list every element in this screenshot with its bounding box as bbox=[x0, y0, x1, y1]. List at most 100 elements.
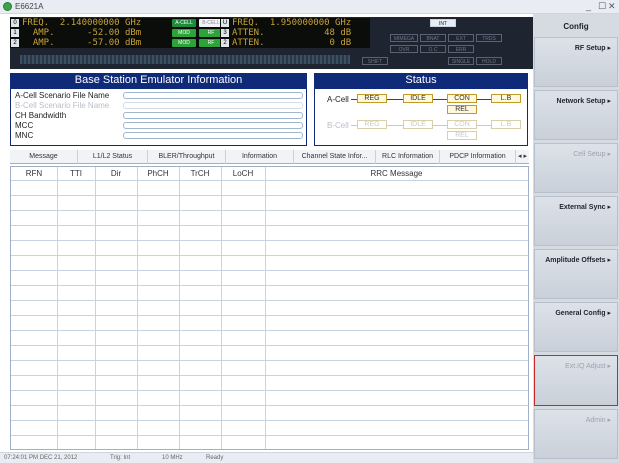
minimize-icon[interactable]: _ bbox=[586, 1, 591, 11]
ext-indicator: EXT bbox=[448, 34, 474, 42]
tab-scroll-arrows-icon[interactable]: ◂ ▸ bbox=[516, 150, 529, 164]
tab-message[interactable]: Message bbox=[10, 150, 78, 164]
amplitude-offsets-button[interactable]: Amplitude Offsets ▸ bbox=[534, 249, 618, 299]
config-title: Config bbox=[563, 22, 589, 31]
table-row[interactable] bbox=[11, 420, 528, 421]
status-bar: 07:24:01 PM DEC 21, 2012 Trig: Int 10 MH… bbox=[0, 452, 533, 463]
table-row[interactable] bbox=[11, 210, 528, 211]
col-dir-header[interactable]: Dir bbox=[95, 167, 137, 180]
amplitude-offsets-label: Amplitude Offsets ▸ bbox=[545, 257, 611, 264]
oc-indicator: O.C bbox=[420, 45, 446, 53]
b-cell-scenario-label: B-Cell Scenario File Name bbox=[15, 101, 110, 110]
table-row[interactable] bbox=[11, 405, 528, 406]
info-panel: A-Cell Scenario File Name B-Cell Scenari… bbox=[10, 88, 307, 146]
channel-1-badge: 1 bbox=[11, 29, 19, 37]
a-cell-pill[interactable]: A-CELL bbox=[172, 19, 196, 27]
network-setup-button[interactable]: Network Setup ▸ bbox=[534, 90, 618, 140]
b-cell-lcd: U 3 2 FREQ. 1.950000000 GHz ATTEN. 48 dB… bbox=[220, 18, 370, 48]
status-panel: A-Cell REG IDLE CON L.B REL B-Cell REG I… bbox=[314, 88, 528, 146]
mnc-label: MNC bbox=[15, 131, 34, 140]
a-cell-status-label: A-Cell bbox=[327, 95, 349, 104]
app-window: E6621A _ ☐ ✕ 0 1 2 FREQ. 2.140000000 GHz… bbox=[0, 0, 619, 463]
status-timestamp: 07:24:01 PM DEC 21, 2012 bbox=[4, 455, 78, 461]
col-phch-header[interactable]: PhCH bbox=[137, 167, 179, 180]
admin-label: Admin ▸ bbox=[585, 417, 611, 424]
ch-bandwidth-label: CH Bandwidth bbox=[15, 111, 67, 120]
a-reg-state: REG bbox=[357, 94, 387, 103]
ch-bandwidth-field bbox=[123, 112, 303, 119]
b-lb-state: L.B bbox=[491, 120, 521, 129]
mod-pill-1[interactable]: MOD bbox=[172, 29, 196, 37]
trds-indicator: TRDS bbox=[476, 34, 502, 42]
mcc-field bbox=[123, 122, 303, 129]
b-cell-freq: FREQ. 1.950000000 GHz bbox=[232, 18, 352, 28]
channel-3-badge: 3 bbox=[221, 29, 229, 37]
tab-bar: Message L1/L2 Status BLER/Throughput Inf… bbox=[10, 150, 529, 164]
mod-pill-2[interactable]: MOD bbox=[172, 39, 196, 47]
table-row[interactable] bbox=[11, 360, 528, 361]
tab-channel-state-info[interactable]: Channel State Infor... bbox=[294, 150, 376, 164]
maximize-icon[interactable]: ☐ bbox=[598, 1, 606, 12]
general-config-label: General Config ▸ bbox=[555, 310, 611, 317]
network-setup-label: Network Setup ▸ bbox=[556, 98, 611, 105]
b-reg-state: REG bbox=[357, 120, 387, 129]
table-row[interactable] bbox=[11, 225, 528, 226]
table-row[interactable] bbox=[11, 180, 528, 181]
admin-button[interactable]: Admin ▸ bbox=[534, 409, 618, 459]
tab-pdcp-information[interactable]: PDCP Information bbox=[440, 150, 516, 164]
mnc-field bbox=[123, 132, 303, 139]
table-row[interactable] bbox=[11, 195, 528, 196]
table-row[interactable] bbox=[11, 315, 528, 316]
col-trch-header[interactable]: TrCH bbox=[179, 167, 221, 180]
table-row[interactable] bbox=[11, 435, 528, 436]
mimega-indicator: MIMEGA bbox=[390, 34, 418, 42]
tab-bler-throughput[interactable]: BLER/Throughput bbox=[148, 150, 226, 164]
table-row[interactable] bbox=[11, 240, 528, 241]
window-title: E6621A bbox=[15, 2, 44, 11]
rf-setup-label: RF Setup ▸ bbox=[574, 45, 611, 52]
app-logo-icon bbox=[3, 2, 12, 11]
col-rfn-header[interactable]: RFN bbox=[11, 167, 57, 180]
tab-information[interactable]: Information bbox=[226, 150, 294, 164]
b-cell-atten-2: ATTEN. 0 dB bbox=[232, 38, 352, 48]
table-row[interactable] bbox=[11, 390, 528, 391]
bnat-indicator: BNAT bbox=[420, 34, 446, 42]
tab-l1l2-status[interactable]: L1/L2 Status bbox=[78, 150, 148, 164]
cell-setup-button[interactable]: Cell Setup ▸ bbox=[534, 143, 618, 193]
table-row[interactable] bbox=[11, 375, 528, 376]
b-cell-status-label: B-Cell bbox=[327, 121, 349, 130]
col-loch-header[interactable]: LoCH bbox=[221, 167, 265, 180]
channel-u-badge: U bbox=[221, 19, 229, 27]
info-panel-header: Base Station Emulator Information bbox=[10, 73, 307, 88]
col-rrc-message-header[interactable]: RRC Message bbox=[265, 167, 528, 180]
a-cell-lcd: 0 1 2 FREQ. 2.140000000 GHz AMP. -52.00 … bbox=[10, 18, 248, 48]
status-panel-header: Status bbox=[314, 73, 528, 88]
col-tti-header[interactable]: TTI bbox=[57, 167, 95, 180]
a-idle-state: IDLE bbox=[403, 94, 433, 103]
a-rel-state: REL bbox=[447, 105, 477, 114]
table-row[interactable] bbox=[11, 285, 528, 286]
table-row[interactable] bbox=[11, 255, 528, 256]
a-cell-scenario-field bbox=[123, 92, 303, 99]
a-con-state: CON bbox=[447, 94, 477, 103]
general-config-button[interactable]: General Config ▸ bbox=[534, 302, 618, 352]
channel-0-badge: 0 bbox=[11, 19, 19, 27]
status-trigger: Trig: Int bbox=[110, 455, 131, 461]
tab-rlc-information[interactable]: RLC Information bbox=[376, 150, 440, 164]
ext-iq-adjust-button[interactable]: Ext.IQ Adjust ▸ bbox=[534, 355, 618, 406]
table-row[interactable] bbox=[11, 300, 528, 301]
message-table[interactable]: RFN TTI Dir PhCH TrCH LoCH RRC Message bbox=[10, 166, 529, 450]
b-con-state: CON bbox=[447, 120, 477, 129]
a-cell-scenario-label: A-Cell Scenario File Name bbox=[15, 91, 110, 100]
close-icon[interactable]: ✕ bbox=[608, 1, 616, 12]
external-sync-button[interactable]: External Sync ▸ bbox=[534, 196, 618, 246]
shift-indicator: SHIFT bbox=[362, 57, 388, 65]
table-row[interactable] bbox=[11, 330, 528, 331]
status-state: Ready bbox=[206, 455, 224, 461]
rf-setup-button[interactable]: RF Setup ▸ bbox=[534, 37, 618, 87]
cell-setup-label: Cell Setup ▸ bbox=[573, 151, 611, 158]
external-sync-label: External Sync ▸ bbox=[559, 204, 611, 211]
table-row[interactable] bbox=[11, 270, 528, 271]
hold-indicator: HOLD bbox=[476, 57, 502, 65]
table-row[interactable] bbox=[11, 345, 528, 346]
